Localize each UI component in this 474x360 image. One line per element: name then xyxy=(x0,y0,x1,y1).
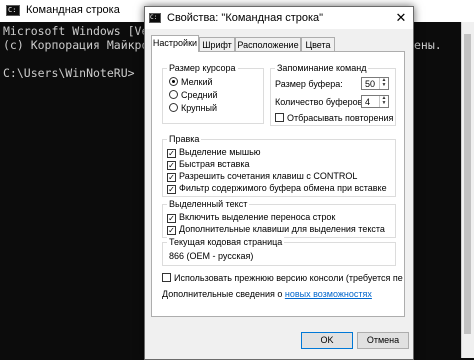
checkmark-icon: ✓ xyxy=(167,214,176,223)
ctrl-shortcuts-checkbox[interactable]: ✓ Разрешить сочетания клавиш с CONTROL xyxy=(167,171,357,182)
radio-selected-icon xyxy=(169,77,178,86)
text-selection-group: Выделенный текст ✓ Включить выделение пер… xyxy=(162,199,396,238)
console-window-title: Командная строка xyxy=(26,4,120,16)
tab-layout[interactable]: Расположение xyxy=(235,37,301,51)
radio-icon xyxy=(169,103,178,112)
cancel-button[interactable]: Отмена xyxy=(357,332,409,349)
discard-duplicates-checkbox[interactable]: Отбрасывать повторения xyxy=(275,113,393,124)
checkmark-icon: ✓ xyxy=(167,226,176,235)
checkmark-icon: ✓ xyxy=(167,185,176,194)
buffer-size-stepper[interactable]: 50 ▲ ▼ xyxy=(361,77,389,90)
checkbox-label: Фильтр содержимого буфера обмена при вст… xyxy=(179,183,387,193)
cursor-large-radio[interactable]: Крупный xyxy=(169,103,217,114)
radio-icon xyxy=(169,90,178,99)
buffer-count-stepper[interactable]: 4 ▲ ▼ xyxy=(361,95,389,108)
option-label: Крупный xyxy=(181,103,217,113)
edit-options-group: Правка ✓ Выделение мышью ✓ Быстрая вставка… xyxy=(162,134,396,197)
cursor-medium-radio[interactable]: Средний xyxy=(169,90,218,101)
dialog-titlebar[interactable]: C: Свойства: "Командная строка" ✕ xyxy=(145,7,413,29)
checkmark-icon: ✓ xyxy=(167,149,176,158)
console-prompt: C:\Users\WinNoteRU> xyxy=(3,66,135,80)
buffer-size-label: Размер буфера: xyxy=(275,79,343,89)
new-features-link[interactable]: новых возможностях xyxy=(285,289,372,299)
checkbox-label: Дополнительные клавиши для выделения тек… xyxy=(179,224,385,234)
checkbox-label: Отбрасывать повторения xyxy=(287,113,394,123)
checkmark-icon: ✓ xyxy=(167,173,176,182)
console-line-tail: ены. xyxy=(414,38,442,52)
edit-options-label: Правка xyxy=(167,134,202,144)
scrollbar-thumb[interactable] xyxy=(464,34,471,334)
dialog-title: Свойства: "Командная строка" xyxy=(167,12,324,24)
code-page-group: Текущая кодовая страница 866 (OEM - русс… xyxy=(162,237,396,266)
clipboard-filter-checkbox[interactable]: ✓ Фильтр содержимого буфера обмена при вс… xyxy=(167,183,387,194)
checkbox-label: Разрешить сочетания клавиш с CONTROL xyxy=(179,171,358,181)
checkbox-label: Использовать прежнюю версию консоли (тре… xyxy=(174,273,403,283)
cursor-small-radio[interactable]: Мелкий xyxy=(169,77,213,88)
dialog-cmd-icon: C: xyxy=(149,13,161,23)
checkbox-icon xyxy=(275,113,284,122)
cursor-size-label: Размер курсора xyxy=(167,63,238,73)
checkbox-label: Включить выделение переноса строк xyxy=(179,212,336,222)
buffer-size-value: 50 xyxy=(365,79,376,89)
code-page-value: 866 (OEM - русская) xyxy=(169,251,254,261)
tab-font[interactable]: Шрифт xyxy=(199,37,235,51)
cursor-size-group: Размер курсора Мелкий Средний Крупный xyxy=(162,63,264,124)
checkbox-icon xyxy=(162,273,171,282)
close-icon[interactable]: ✕ xyxy=(391,9,411,27)
buffer-count-label: Количество буферов: xyxy=(275,97,365,107)
console-scrollbar[interactable] xyxy=(461,22,474,358)
quick-edit-checkbox[interactable]: ✓ Выделение мышью xyxy=(167,147,261,158)
more-info-text: Дополнительные сведения о новых возможно… xyxy=(162,289,372,300)
option-label: Мелкий xyxy=(181,77,213,87)
line-wrap-selection-checkbox[interactable]: ✓ Включить выделение переноса строк xyxy=(167,212,335,223)
option-label: Средний xyxy=(181,90,218,100)
checkbox-label: Быстрая вставка xyxy=(179,159,250,169)
more-info-prefix: Дополнительные сведения о xyxy=(162,289,285,299)
text-selection-label: Выделенный текст xyxy=(167,199,250,209)
spin-arrows-icon[interactable]: ▲ ▼ xyxy=(379,96,388,107)
extended-keys-checkbox[interactable]: ✓ Дополнительные клавиши для выделения те… xyxy=(167,224,385,235)
spin-arrows-icon[interactable]: ▲ ▼ xyxy=(379,78,388,89)
tab-colors[interactable]: Цвета xyxy=(301,37,335,51)
ok-button[interactable]: OK xyxy=(301,332,353,349)
legacy-console-checkbox[interactable]: Использовать прежнюю версию консоли (тре… xyxy=(162,273,403,284)
settings-panel: Размер курсора Мелкий Средний Крупный За… xyxy=(151,51,405,317)
quick-paste-checkbox[interactable]: ✓ Быстрая вставка xyxy=(167,159,250,170)
checkmark-icon: ✓ xyxy=(167,161,176,170)
properties-dialog: C: Свойства: "Командная строка" ✕ Настро… xyxy=(144,6,414,360)
code-page-label: Текущая кодовая страница xyxy=(167,237,285,247)
console-cmd-icon: C: xyxy=(6,5,20,16)
checkbox-label: Выделение мышью xyxy=(179,147,261,157)
buffer-count-value: 4 xyxy=(365,97,371,107)
command-history-label: Запоминание команд xyxy=(275,63,369,73)
tab-settings[interactable]: Настройки xyxy=(151,35,199,52)
command-history-group: Запоминание команд Размер буфера: 50 ▲ ▼ … xyxy=(270,63,396,126)
